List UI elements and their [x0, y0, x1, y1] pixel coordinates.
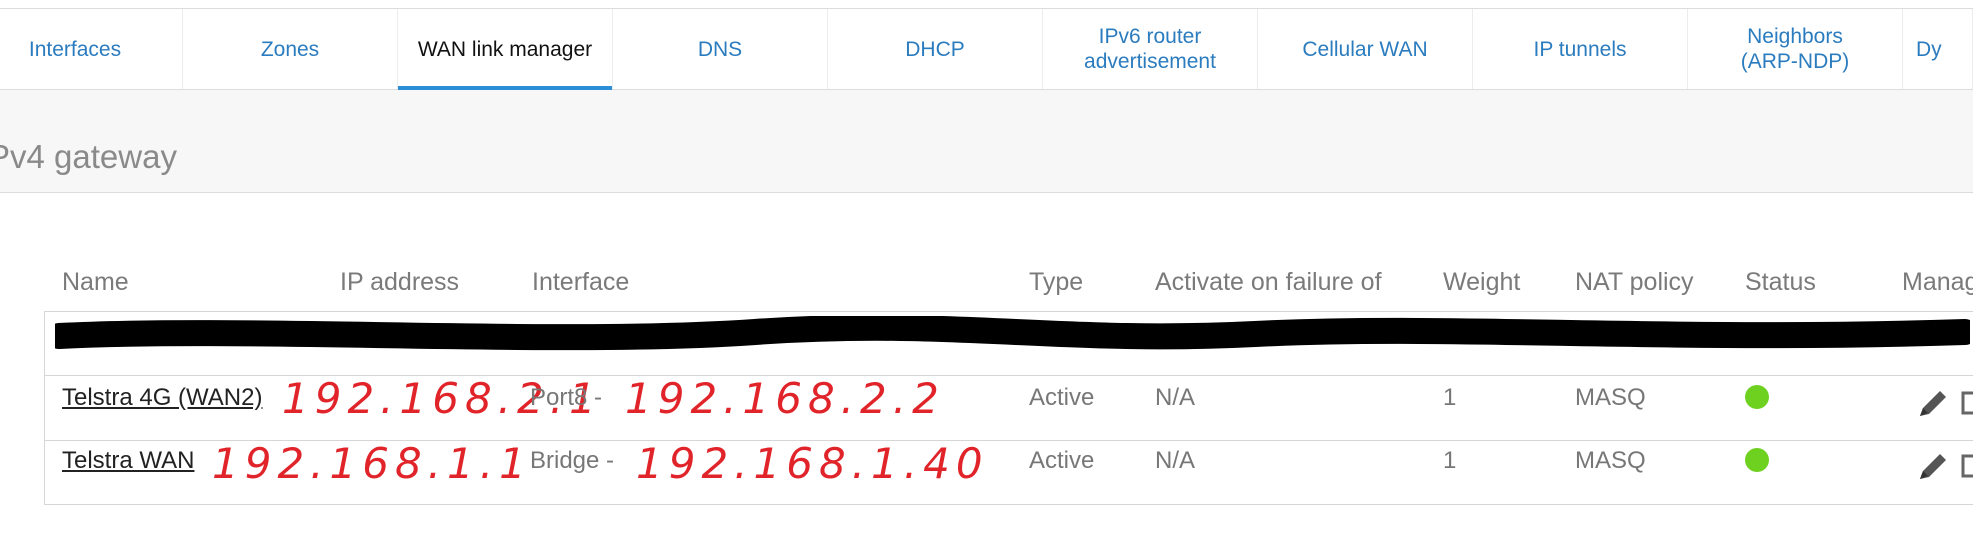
- failover-value: N/A: [1155, 447, 1196, 474]
- tab-ip-tunnels[interactable]: IP tunnels: [1473, 9, 1688, 89]
- tab-dhcp[interactable]: DHCP: [828, 9, 1043, 89]
- column-header-manage: Manag: [1902, 268, 1973, 296]
- tab-ipv6-router-advertisement[interactable]: IPv6 router advertisement: [1043, 9, 1258, 89]
- handwritten-ip-address: 192.168.1.1: [212, 439, 532, 488]
- weight-value: 1: [1443, 384, 1457, 411]
- section-header: Pv4 gateway: [0, 90, 1973, 193]
- status-indicator: [1745, 385, 1769, 409]
- gateway-name-link[interactable]: Telstra WAN: [62, 447, 194, 475]
- type-value: Active: [1029, 384, 1095, 411]
- interface-prefix: Bridge -: [530, 447, 615, 474]
- tab-bar: Interfaces Zones WAN link manager DNS DH…: [0, 9, 1973, 90]
- column-header-name: Name: [62, 268, 129, 296]
- edit-box-icon[interactable]: [1960, 451, 1973, 481]
- tab-label: WAN link manager: [417, 37, 593, 61]
- tab-zones[interactable]: Zones: [183, 9, 398, 89]
- pencil-icon[interactable]: [1916, 449, 1950, 483]
- interface-prefix: Port8 -: [530, 384, 603, 411]
- column-header-interface: Interface: [532, 268, 630, 296]
- tab-dynamic-routing-partial[interactable]: Dy: [1903, 9, 1973, 89]
- tab-cellular-wan[interactable]: Cellular WAN: [1258, 9, 1473, 89]
- column-header-activate-on-failure: Activate on failure of: [1155, 268, 1382, 296]
- pencil-icon[interactable]: [1916, 386, 1950, 420]
- tab-label: Dy: [1916, 37, 1942, 61]
- tab-label: Cellular WAN: [1302, 37, 1428, 61]
- column-header-weight: Weight: [1443, 268, 1521, 296]
- top-border: [0, 0, 1973, 9]
- tab-label: Zones: [260, 37, 320, 61]
- column-header-type: Type: [1029, 268, 1084, 296]
- tab-label: DNS: [697, 37, 743, 61]
- tab-label: Interfaces: [28, 37, 122, 61]
- failover-value: N/A: [1155, 384, 1196, 411]
- column-header-nat-policy: NAT policy: [1575, 268, 1694, 296]
- type-value: Active: [1029, 447, 1095, 474]
- column-header-ip-address: IP address: [340, 268, 460, 296]
- tab-label: Neighbors (ARP-NDP): [1740, 25, 1850, 73]
- tab-dns[interactable]: DNS: [613, 9, 828, 89]
- column-header-status: Status: [1745, 268, 1816, 296]
- tab-label: IPv6 router advertisement: [1084, 25, 1216, 73]
- redaction-scribble: [55, 316, 1970, 351]
- tab-interfaces[interactable]: Interfaces: [0, 9, 183, 89]
- handwritten-interface-ip: 192.168.2.2: [625, 374, 945, 423]
- tab-label: DHCP: [905, 37, 965, 61]
- tab-label: IP tunnels: [1533, 37, 1627, 61]
- nat-policy-value: MASQ: [1575, 447, 1646, 474]
- tab-neighbors[interactable]: Neighbors (ARP-NDP): [1688, 9, 1903, 89]
- gateway-name-link[interactable]: Telstra 4G (WAN2): [62, 384, 262, 412]
- nat-policy-value: MASQ: [1575, 384, 1646, 411]
- tab-wan-link-manager[interactable]: WAN link manager: [398, 9, 613, 90]
- handwritten-interface-ip: 192.168.1.40: [636, 439, 989, 488]
- status-indicator: [1745, 448, 1769, 472]
- weight-value: 1: [1443, 447, 1457, 474]
- edit-box-icon[interactable]: [1960, 388, 1973, 418]
- page-title: Pv4 gateway: [0, 138, 177, 175]
